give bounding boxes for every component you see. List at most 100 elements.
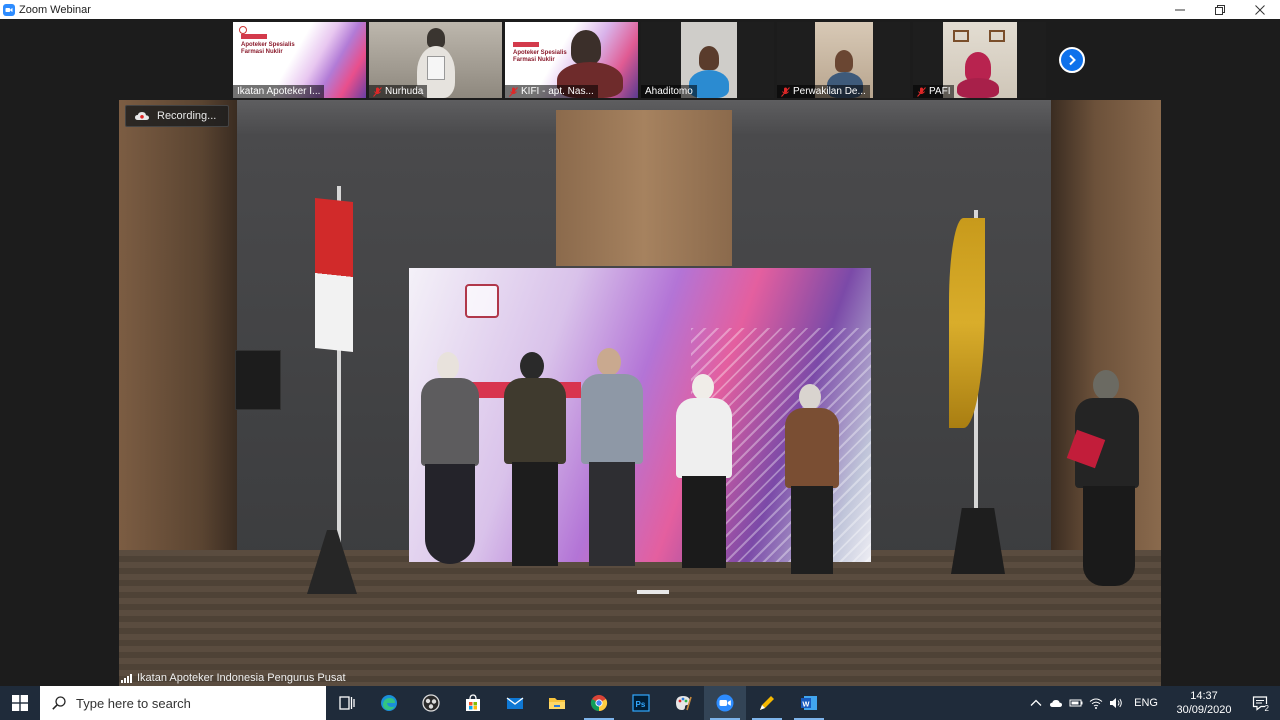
recording-label: Recording... [157, 110, 217, 122]
participant-body [957, 78, 999, 98]
stage-marker [637, 590, 669, 594]
participant-thumbnail[interactable]: PAFI [913, 22, 1046, 98]
photoshop-icon: Ps [632, 694, 650, 712]
battery-icon [1069, 699, 1083, 707]
participant-thumbnail[interactable]: Apoteker Spesialis Farmasi Nuklir Ikatan… [233, 22, 366, 98]
signal-strength-icon [121, 674, 132, 683]
clock-time: 14:37 [1190, 690, 1218, 702]
participant-thumbnail[interactable]: Ahaditomo [641, 22, 774, 98]
pen-tool-button[interactable] [746, 686, 788, 720]
zoom-button[interactable] [704, 686, 746, 720]
slide-title-line1: Apoteker Spesialis [513, 50, 567, 56]
action-center-button[interactable]: 2 [1240, 686, 1280, 720]
svg-text:W: W [802, 699, 810, 708]
notification-count: 2 [1264, 704, 1269, 713]
mail-button[interactable] [494, 686, 536, 720]
participant-name-label: Ahaditomo [641, 85, 697, 98]
left-wall [119, 100, 237, 560]
participant-name-label: Perwakilan De... [777, 85, 870, 98]
file-explorer-icon [549, 698, 565, 709]
wall-frame [989, 30, 1005, 42]
next-page-button[interactable] [1059, 47, 1085, 73]
cloud-icon [1050, 700, 1063, 707]
obs-icon [422, 694, 440, 712]
file-explorer-button[interactable] [536, 686, 578, 720]
minimize-icon [1175, 9, 1185, 10]
loudspeaker [235, 350, 281, 410]
restore-button[interactable] [1200, 0, 1240, 19]
mic-muted-icon [509, 86, 518, 97]
webinar-stage: Apoteker Spesialis Farmasi Nuklir Ikatan… [0, 19, 1280, 686]
participant-thumbnail[interactable]: Nurhuda [369, 22, 502, 98]
taskbar-clock[interactable]: 14:37 30/09/2020 [1168, 689, 1240, 717]
slide-title-line1: Apoteker Spesialis [241, 42, 295, 48]
mic-muted-icon [373, 86, 382, 97]
slide-title: Apoteker Spesialis Farmasi Nuklir [241, 42, 295, 56]
task-view-button[interactable] [326, 686, 368, 720]
participant-name-label: PAFI [913, 85, 955, 98]
floor [119, 550, 1161, 686]
minimize-button[interactable] [1160, 0, 1200, 19]
wifi-button[interactable] [1086, 686, 1106, 720]
store-button[interactable] [452, 686, 494, 720]
active-speaker-video[interactable]: Recording... [119, 100, 1161, 686]
pen-tool-icon [760, 696, 774, 710]
paint-icon [676, 696, 692, 711]
chevron-up-icon [1030, 699, 1042, 706]
onedrive-button[interactable] [1046, 686, 1066, 720]
mic-muted-icon [781, 86, 790, 97]
search-icon [52, 696, 66, 710]
battery-button[interactable] [1066, 686, 1086, 720]
edge-button[interactable] [368, 686, 410, 720]
photoshop-button[interactable]: Ps [620, 686, 662, 720]
close-button[interactable] [1240, 0, 1280, 19]
windows-taskbar: Ps W ENG 14:37 [0, 686, 1280, 720]
window-title: Zoom Webinar [19, 3, 91, 16]
participant-thumbnail[interactable]: Apoteker Spesialis Farmasi Nuklir KIFI -… [505, 22, 638, 98]
participant-head [427, 28, 445, 48]
participant-name: Nurhuda [385, 86, 424, 97]
cloud-recording-icon [135, 112, 149, 120]
wood-panel [556, 110, 732, 266]
chrome-icon [590, 695, 608, 712]
word-icon: W [801, 696, 817, 710]
paint-button[interactable] [662, 686, 704, 720]
edge-icon [381, 695, 397, 711]
zoom-app-icon [3, 3, 15, 16]
svg-text:Ps: Ps [636, 700, 646, 709]
participant-head [835, 50, 853, 72]
chevron-right-icon [1069, 54, 1076, 66]
indonesian-flag [315, 198, 353, 352]
input-language-indicator[interactable]: ENG [1134, 697, 1158, 709]
participant-name: Perwakilan De... [793, 86, 866, 97]
mail-icon [506, 697, 524, 709]
recording-indicator[interactable]: Recording... [125, 105, 229, 127]
close-icon [1255, 4, 1265, 15]
obs-button[interactable] [410, 686, 452, 720]
slide-badge [513, 42, 539, 47]
iai-logo [239, 26, 247, 34]
slide-badge [241, 34, 267, 39]
clock-date: 30/09/2020 [1176, 704, 1232, 716]
mic-muted-icon [917, 86, 926, 97]
participant-name-label: Ikatan Apoteker I... [233, 85, 325, 98]
pinned-apps: Ps W [326, 686, 830, 720]
participant-thumbnail[interactable]: Perwakilan De... [777, 22, 910, 98]
search-input[interactable] [76, 695, 296, 711]
system-tray: ENG 14:37 30/09/2020 2 [1026, 686, 1280, 720]
participant-name: Ahaditomo [645, 86, 693, 97]
slide-title-line2: Farmasi Nuklir [241, 49, 283, 55]
participant-thumbnail-strip: Apoteker Spesialis Farmasi Nuklir Ikatan… [233, 22, 1046, 98]
windows-logo-icon [12, 695, 28, 711]
taskbar-search-box[interactable] [40, 686, 326, 720]
participant-head [699, 46, 719, 70]
chrome-button[interactable] [578, 686, 620, 720]
show-hidden-icons-button[interactable] [1026, 686, 1046, 720]
start-button[interactable] [0, 686, 40, 720]
word-button[interactable]: W [788, 686, 830, 720]
participant-head [571, 30, 601, 64]
slide-title: Apoteker Spesialis Farmasi Nuklir [513, 50, 567, 64]
speaker-volume-icon [1110, 698, 1122, 708]
volume-button[interactable] [1106, 686, 1126, 720]
title-bar: Zoom Webinar [0, 0, 1280, 19]
